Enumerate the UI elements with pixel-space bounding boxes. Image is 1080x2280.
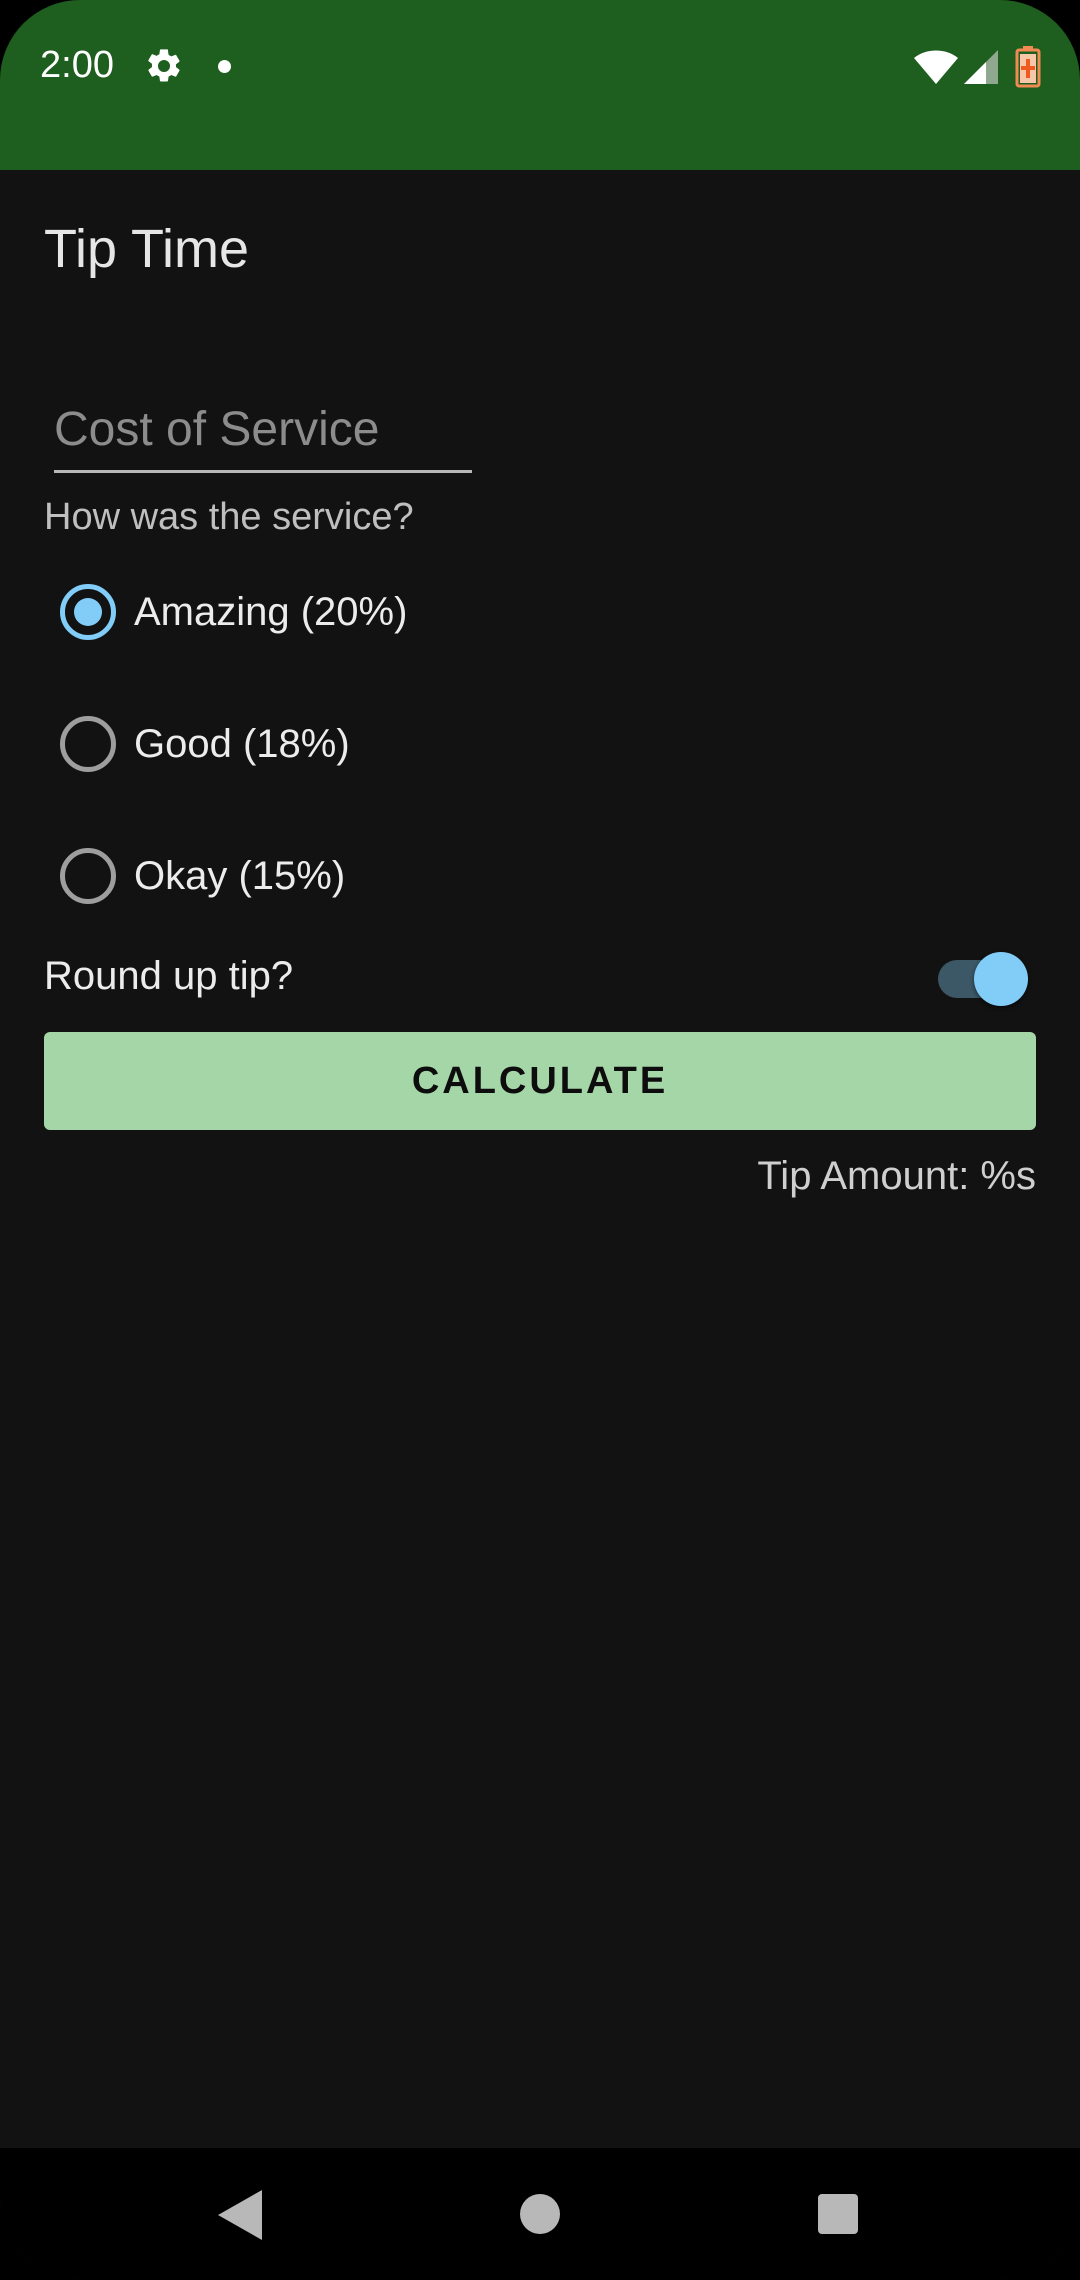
switch-thumb[interactable] (974, 952, 1028, 1006)
calculate-button[interactable]: CALCULATE (44, 1032, 1036, 1130)
service-question: How was the service? (44, 496, 414, 538)
cost-of-service-input[interactable] (54, 394, 472, 464)
round-up-label: Round up tip? (44, 954, 294, 998)
navigation-bar (0, 2148, 1080, 2280)
radio-option-amazing[interactable]: Amazing (20%) (44, 564, 407, 660)
tip-amount-text: Tip Amount: %s (757, 1154, 1036, 1198)
wifi-icon (914, 50, 958, 84)
status-time: 2:00 (40, 44, 114, 86)
recents-icon[interactable] (818, 2194, 858, 2234)
radio-label: Amazing (20%) (134, 589, 408, 634)
radio-label: Okay (15%) (134, 853, 346, 898)
radio-label: Good (18%) (134, 721, 350, 766)
radio-option-okay[interactable]: Okay (15%) (44, 828, 345, 924)
status-bar: 2:00 (0, 0, 1080, 170)
round-up-switch[interactable] (938, 952, 1028, 1006)
radio-button-checked-icon[interactable] (60, 584, 116, 640)
cost-of-service-field (54, 394, 472, 473)
radio-button-unchecked-icon[interactable] (60, 848, 116, 904)
phone-screen: 2:00 Tip Time How was the service? Amazi… (0, 0, 1080, 2280)
home-icon[interactable] (520, 2194, 560, 2234)
app-title: Tip Time (44, 219, 250, 279)
back-icon[interactable] (218, 2190, 262, 2240)
gear-icon (148, 49, 180, 82)
radio-option-good[interactable]: Good (18%) (44, 696, 350, 792)
radio-button-unchecked-icon[interactable] (60, 716, 116, 772)
notification-dot-icon (218, 60, 231, 73)
signal-icon (964, 50, 998, 84)
battery-charging-icon (1015, 46, 1041, 88)
